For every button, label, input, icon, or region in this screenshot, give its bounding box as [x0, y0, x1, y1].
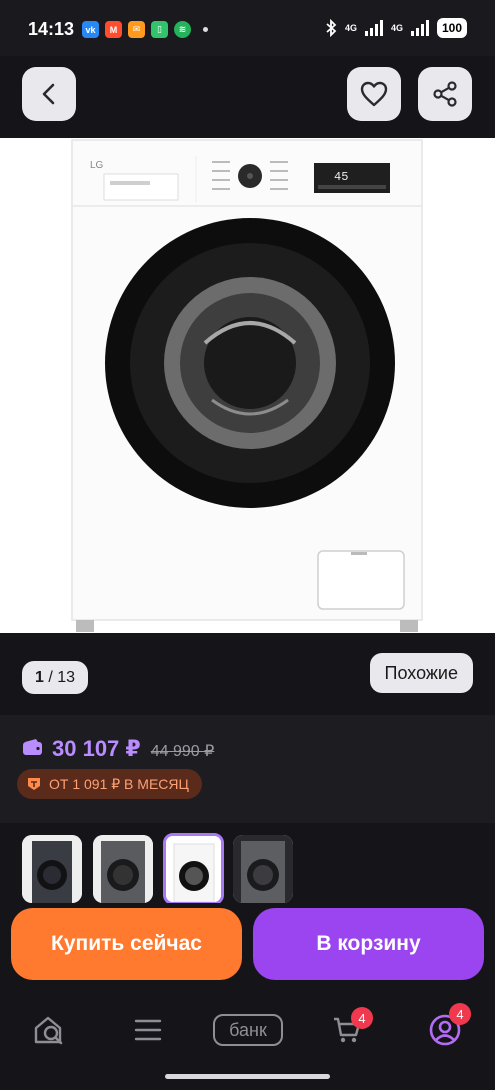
thumbnail-image	[233, 835, 293, 903]
machine-display: 45	[334, 170, 348, 184]
price-row: 30 107 ₽ 44 990 ₽	[22, 736, 214, 762]
mail-icon: M	[105, 21, 122, 38]
price-block: 30 107 ₽ 44 990 ₽ ОТ 1 091 ₽ В МЕСЯЦ	[0, 715, 495, 823]
cta-bar: Купить сейчас В корзину	[0, 903, 495, 988]
notification-icons: vk M ✉ ▯ ≋	[82, 21, 208, 38]
installment-text: ОТ 1 091 ₽ В МЕСЯЦ	[49, 775, 189, 792]
thumbnail-3[interactable]	[163, 833, 224, 903]
vk-icon: vk	[82, 21, 99, 38]
status-bar: 14:13 vk M ✉ ▯ ≋ 4G 4G 100	[0, 0, 495, 56]
bottom-tab-bar: банк 4 4	[0, 988, 495, 1090]
old-price: 44 990 ₽	[150, 743, 215, 760]
share-icon	[433, 81, 457, 107]
favorite-button[interactable]	[347, 67, 401, 121]
thumbnail-image	[22, 835, 82, 903]
back-button[interactable]	[22, 67, 76, 121]
network-1: 4G	[344, 23, 357, 33]
brand-logo: LG	[90, 160, 104, 171]
top-bar	[0, 56, 495, 138]
spotify-icon: ≋	[174, 21, 191, 38]
similar-button[interactable]: Похожие	[369, 653, 473, 693]
heart-icon	[360, 81, 388, 107]
chevron-left-icon	[42, 83, 55, 105]
thumbnail-strip	[0, 823, 495, 903]
thumbnail-4[interactable]	[233, 835, 293, 903]
network-2: 4G	[390, 23, 403, 33]
thumbnail-1[interactable]	[22, 835, 82, 903]
menu-icon	[134, 1019, 162, 1041]
tab-catalog[interactable]	[128, 1010, 168, 1050]
more-notifications-dot	[203, 27, 208, 32]
installment-badge[interactable]: ОТ 1 091 ₽ В МЕСЯЦ	[17, 769, 202, 799]
image-counter-total: / 13	[48, 668, 76, 686]
thumbnail-2[interactable]	[93, 835, 153, 903]
home-indicator[interactable]	[165, 1074, 330, 1079]
washing-machine-image: LG 45	[71, 139, 423, 632]
image-counter: 1 / 13	[22, 661, 89, 694]
wallet-icon	[23, 739, 42, 755]
product-image-gallery[interactable]: LG 45	[0, 138, 495, 633]
gallery-meta: 1 / 13 Похожие	[0, 633, 495, 715]
installment-icon	[28, 778, 40, 790]
share-button[interactable]	[418, 67, 472, 121]
battery-indicator: 100	[436, 18, 467, 38]
current-price: 30 107 ₽	[52, 736, 141, 761]
tab-home[interactable]	[30, 1010, 70, 1050]
thumbnail-image	[166, 836, 221, 902]
tab-bank[interactable]: банк	[213, 1014, 283, 1046]
sim-icon: ▯	[151, 21, 168, 38]
status-time: 14:13	[28, 19, 75, 39]
bluetooth-icon	[326, 19, 337, 37]
status-right: 4G 4G 100	[325, 18, 467, 38]
buy-now-button[interactable]: Купить сейчас	[11, 908, 242, 980]
signal-1-icon	[364, 20, 383, 36]
add-to-cart-button[interactable]: В корзину	[253, 908, 484, 980]
profile-badge: 4	[449, 1003, 471, 1025]
signal-2-icon	[410, 20, 429, 36]
image-counter-current: 1	[35, 668, 44, 686]
home-search-icon	[34, 1016, 63, 1045]
email-icon: ✉	[128, 21, 145, 38]
cart-badge: 4	[351, 1007, 373, 1029]
thumbnail-image	[93, 835, 153, 903]
